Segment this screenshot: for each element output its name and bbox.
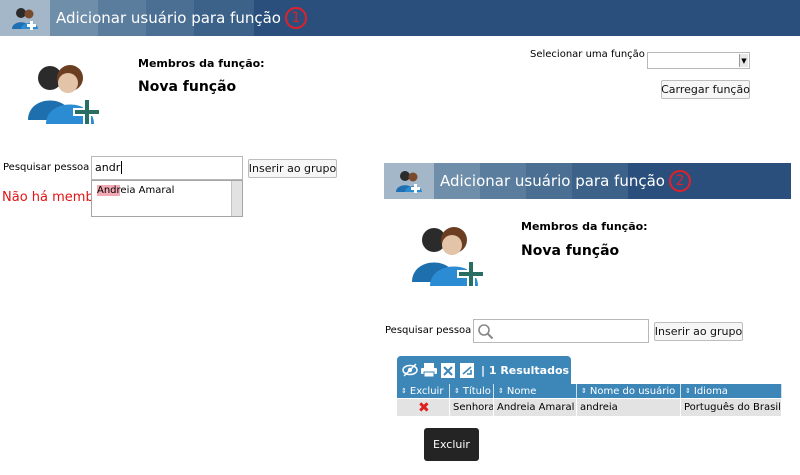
cell-titulo: Senhora [450, 399, 494, 416]
add-user-icon [412, 218, 490, 294]
view-icon[interactable] [401, 362, 418, 378]
cell-nome: Andreia Amaral [494, 399, 577, 416]
cell-usuario: andreia [577, 399, 681, 416]
autocomplete-list: Andreia Amaral [91, 180, 243, 217]
delete-button[interactable]: Excluir [424, 428, 479, 461]
users-group-icon [0, 0, 50, 36]
col-nome-usuario[interactable]: ⇕ Nome do usuário [577, 384, 681, 398]
panel2-header: Adicionar usuário para função 2 [384, 163, 791, 199]
col-titulo[interactable]: ⇕ Título [450, 384, 494, 398]
members-label: Membros da função: [521, 220, 648, 233]
table-row: ✖ Senhora Andreia Amaral andreia Portugu… [397, 399, 782, 416]
results-toolbar: | 1 Resultados [397, 356, 571, 384]
members-label: Membros da função: [138, 57, 265, 70]
col-excluir[interactable]: ⇕ Excluir [397, 384, 450, 398]
col-idioma[interactable]: ⇕ Idioma [681, 384, 782, 398]
search-person-input[interactable] [473, 319, 649, 343]
step-badge: 1 [284, 7, 307, 29]
results-grid: ⇕ Excluir ⇕ Título ⇕ Nome ⇕ Nome do usuário … [397, 384, 782, 416]
grid-header: ⇕ Excluir ⇕ Título ⇕ Nome ⇕ Nome do usuário … [397, 384, 782, 398]
panel2-title: Adicionar usuário para função 2 [440, 163, 691, 199]
search-person-input[interactable]: andr [91, 156, 243, 180]
insert-group-button[interactable]: Inserir ao grupo [248, 159, 337, 178]
dropdown-arrow-icon: ▼ [739, 54, 748, 67]
col-nome[interactable]: ⇕ Nome [494, 384, 577, 398]
suggestion-item[interactable]: Andreia Amaral [97, 185, 174, 196]
scrollbar[interactable] [231, 181, 242, 216]
no-members-message: Não há membros [2, 190, 92, 205]
add-user-icon [28, 56, 106, 132]
delete-x-icon[interactable]: ✖ [418, 400, 430, 416]
role-name: Nova função [138, 79, 237, 95]
panel1-title: Adicionar usuário para função 1 [56, 0, 307, 36]
role-select[interactable]: ▼ [647, 52, 750, 69]
step-badge: 2 [668, 170, 691, 192]
results-count: | 1 Resultados [481, 363, 570, 377]
search-person-label: Pesquisar pessoa [385, 325, 472, 336]
panel1-header: Adicionar usuário para função 1 [0, 0, 800, 36]
export-excel-icon[interactable] [439, 362, 456, 378]
load-role-button[interactable]: Carregar função [661, 80, 750, 99]
users-group-icon [384, 163, 434, 199]
select-role-label: Selecionar uma função [530, 49, 645, 60]
cell-idioma: Português do Brasil [681, 399, 782, 416]
export-xml-icon[interactable] [458, 362, 475, 378]
search-icon [477, 323, 494, 343]
print-icon[interactable] [420, 362, 437, 378]
insert-group-button[interactable]: Inserir ao grupo [654, 322, 743, 341]
search-person-label: Pesquisar pessoa [3, 162, 90, 173]
role-name: Nova função [521, 243, 620, 259]
